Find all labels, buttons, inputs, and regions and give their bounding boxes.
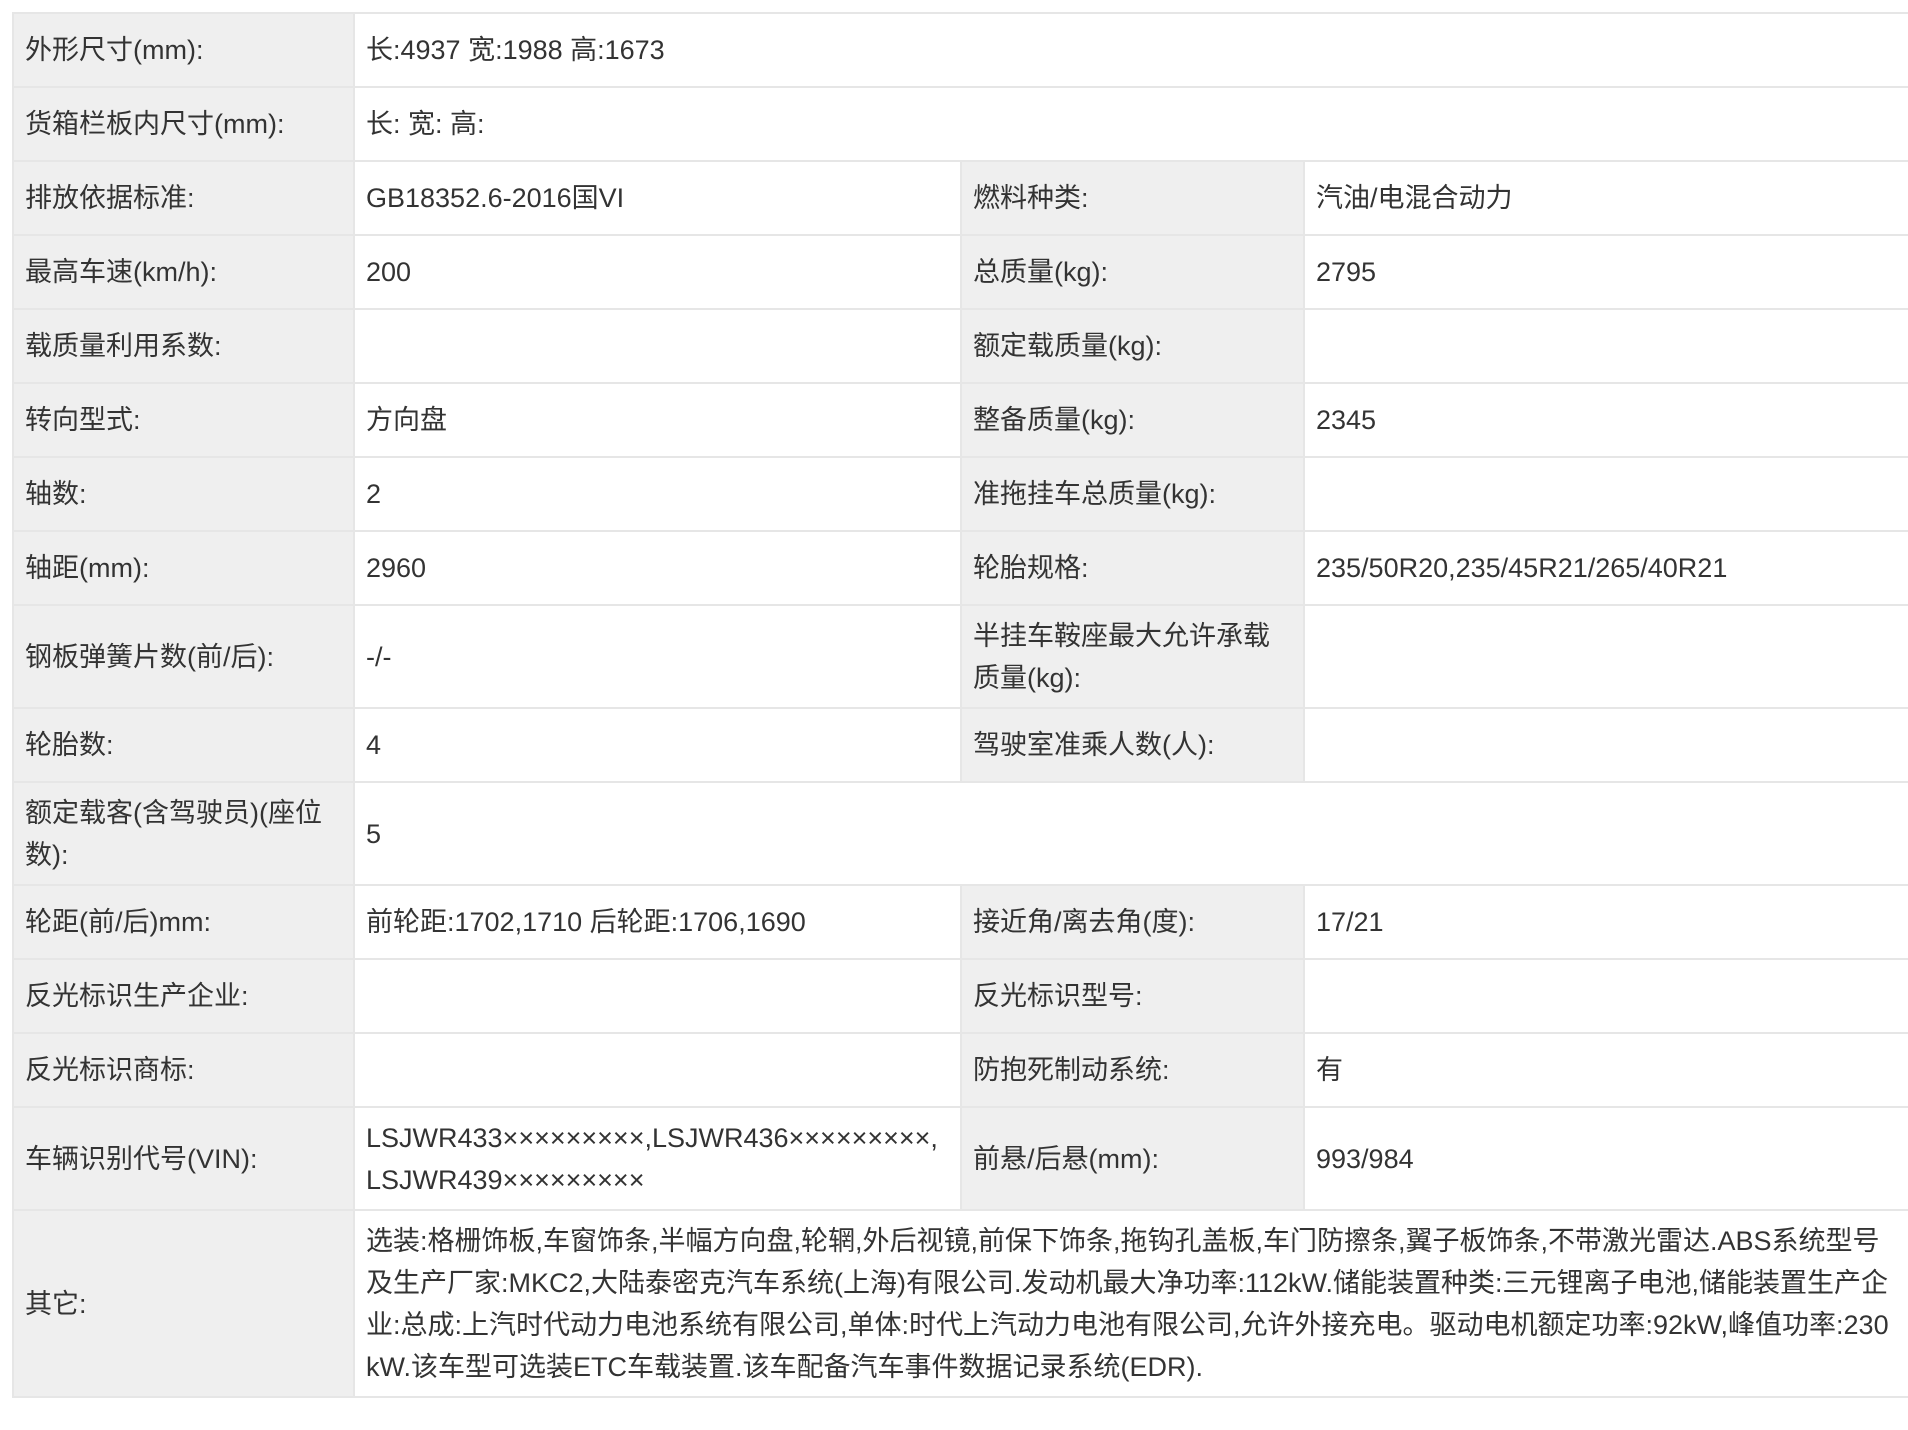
row-value-approach-departure: 17/21 [1302, 884, 1908, 960]
row-value-seats: 5 [352, 781, 1908, 886]
row-value-curb-weight: 2345 [1302, 382, 1908, 458]
row-value-axles: 2 [353, 456, 962, 532]
row-value-wheelbase: 2960 [353, 530, 962, 606]
row-label-overhang: 前悬/后悬(mm): [960, 1106, 1305, 1211]
row-label-saddle-load: 半挂车鞍座最大允许承载质量(kg): [960, 604, 1305, 709]
table-row: 外形尺寸(mm): 长:4937 宽:1988 高:1673 [12, 12, 1908, 88]
table-row: 轮胎数: 4 驾驶室准乘人数(人): [12, 707, 1908, 783]
row-label-tire-spec: 轮胎规格: [960, 530, 1305, 606]
row-value-reflector-maker [353, 958, 962, 1034]
row-label-trailer-mass: 准拖挂车总质量(kg): [960, 456, 1305, 532]
row-value-vin: LSJWR433×××××××××,LSJWR436×××××××××,LSJW… [353, 1106, 962, 1211]
table-row: 钢板弹簧片数(前/后): -/- 半挂车鞍座最大允许承载质量(kg): [12, 604, 1908, 709]
row-label-leaf-springs: 钢板弹簧片数(前/后): [12, 604, 355, 709]
row-value-rated-load [1302, 308, 1908, 384]
row-value-cargo-box: 长: 宽: 高: [352, 86, 1908, 162]
row-value-track-width: 前轮距:1702,1710 后轮距:1706,1690 [353, 884, 962, 960]
row-label-track-width: 轮距(前/后)mm: [12, 884, 355, 960]
table-row: 反光标识商标: 防抱死制动系统: 有 [12, 1032, 1908, 1108]
table-row: 其它: 选装:格栅饰板,车窗饰条,半幅方向盘,轮辋,外后视镜,前保下饰条,拖钩孔… [12, 1209, 1908, 1398]
row-label-reflector-brand: 反光标识商标: [12, 1032, 355, 1108]
row-label-other: 其它: [12, 1209, 355, 1398]
row-value-total-mass: 2795 [1302, 234, 1908, 310]
table-row: 轮距(前/后)mm: 前轮距:1702,1710 后轮距:1706,1690 接… [12, 884, 1908, 960]
table-row: 反光标识生产企业: 反光标识型号: [12, 958, 1908, 1034]
row-value-reflector-model [1302, 958, 1908, 1034]
row-label-reflector-model: 反光标识型号: [960, 958, 1305, 1034]
row-label-load-utilization: 载质量利用系数: [12, 308, 355, 384]
row-value-reflector-brand [353, 1032, 962, 1108]
row-value-tire-spec: 235/50R20,235/45R21/265/40R21 [1302, 530, 1908, 606]
table-row: 最高车速(km/h): 200 总质量(kg): 2795 [12, 234, 1908, 310]
vehicle-spec-table: 外形尺寸(mm): 长:4937 宽:1988 高:1673 货箱栏板内尺寸(m… [12, 12, 1908, 1398]
table-row: 货箱栏板内尺寸(mm): 长: 宽: 高: [12, 86, 1908, 162]
row-label-seats: 额定载客(含驾驶员)(座位数): [12, 781, 355, 886]
table-row: 车辆识别代号(VIN): LSJWR433×××××××××,LSJWR436×… [12, 1106, 1908, 1211]
table-row: 排放依据标准: GB18352.6-2016国VI 燃料种类: 汽油/电混合动力 [12, 160, 1908, 236]
row-label-tire-count: 轮胎数: [12, 707, 355, 783]
row-value-overhang: 993/984 [1302, 1106, 1908, 1211]
row-value-load-utilization [353, 308, 962, 384]
table-row: 载质量利用系数: 额定载质量(kg): [12, 308, 1908, 384]
table-row: 轴距(mm): 2960 轮胎规格: 235/50R20,235/45R21/2… [12, 530, 1908, 606]
row-label-steering: 转向型式: [12, 382, 355, 458]
row-label-abs: 防抱死制动系统: [960, 1032, 1305, 1108]
row-value-other: 选装:格栅饰板,车窗饰条,半幅方向盘,轮辋,外后视镜,前保下饰条,拖钩孔盖板,车… [352, 1209, 1908, 1398]
table-row: 额定载客(含驾驶员)(座位数): 5 [12, 781, 1908, 886]
row-label-cargo-box: 货箱栏板内尺寸(mm): [12, 86, 355, 162]
row-label-reflector-maker: 反光标识生产企业: [12, 958, 355, 1034]
row-label-max-speed: 最高车速(km/h): [12, 234, 355, 310]
row-value-saddle-load [1302, 604, 1908, 709]
table-row: 轴数: 2 准拖挂车总质量(kg): [12, 456, 1908, 532]
row-label-total-mass: 总质量(kg): [960, 234, 1305, 310]
row-value-steering: 方向盘 [353, 382, 962, 458]
row-value-leaf-springs: -/- [353, 604, 962, 709]
row-label-approach-departure: 接近角/离去角(度): [960, 884, 1305, 960]
row-label-fuel-type: 燃料种类: [960, 160, 1305, 236]
row-value-emission-standard: GB18352.6-2016国VI [353, 160, 962, 236]
row-label-axles: 轴数: [12, 456, 355, 532]
row-value-dimensions: 长:4937 宽:1988 高:1673 [352, 12, 1908, 88]
row-label-dimensions: 外形尺寸(mm): [12, 12, 355, 88]
row-value-max-speed: 200 [353, 234, 962, 310]
row-label-curb-weight: 整备质量(kg): [960, 382, 1305, 458]
row-label-wheelbase: 轴距(mm): [12, 530, 355, 606]
table-row: 转向型式: 方向盘 整备质量(kg): 2345 [12, 382, 1908, 458]
row-value-tire-count: 4 [353, 707, 962, 783]
row-value-abs: 有 [1302, 1032, 1908, 1108]
row-label-vin: 车辆识别代号(VIN): [12, 1106, 355, 1211]
row-label-emission-standard: 排放依据标准: [12, 160, 355, 236]
row-value-fuel-type: 汽油/电混合动力 [1302, 160, 1908, 236]
row-label-rated-load: 额定载质量(kg): [960, 308, 1305, 384]
row-value-trailer-mass [1302, 456, 1908, 532]
row-value-cab-occupants [1302, 707, 1908, 783]
row-label-cab-occupants: 驾驶室准乘人数(人): [960, 707, 1305, 783]
